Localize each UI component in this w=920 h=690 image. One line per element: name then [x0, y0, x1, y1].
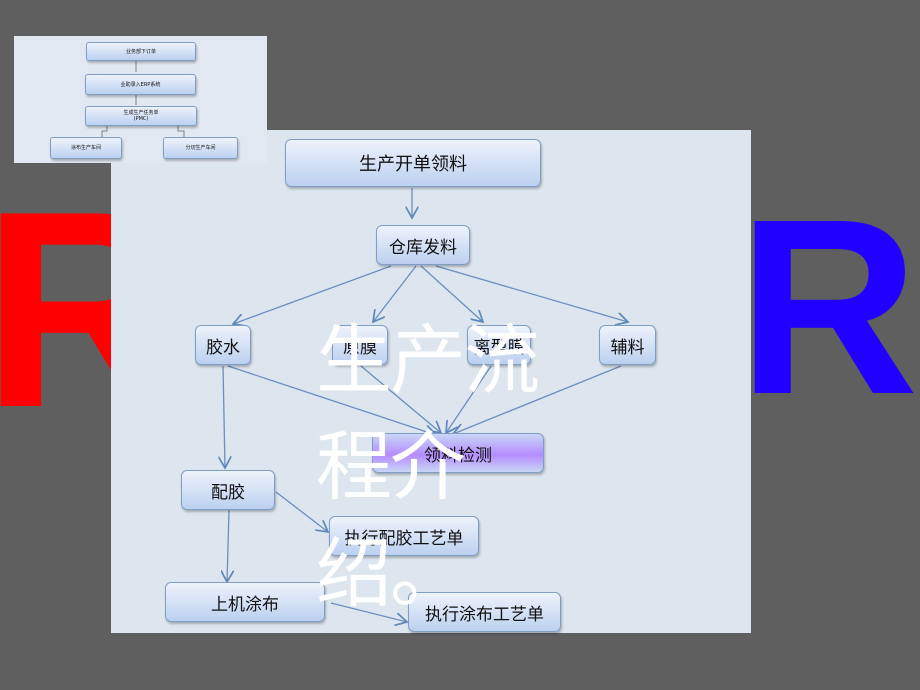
- mini-node-erp-entry: 业助录入ERP系统: [85, 74, 196, 95]
- mini-node-coating-workshop: 涂布生产车间: [50, 137, 122, 159]
- mini-node-task-order-sub: (PMC): [133, 116, 149, 122]
- mini-node-slitting-workshop: 分切生产车间: [163, 137, 238, 159]
- node-glue-mixing[interactable]: 配胶: [181, 470, 275, 510]
- mini-node-sales-order: 业务部下订单: [86, 42, 196, 61]
- mini-node-task-order: 生成生产任务单 (PMC): [85, 106, 197, 126]
- background-letter-right: R: [738, 167, 919, 446]
- node-warehouse-issue[interactable]: 仓库发料: [376, 225, 470, 265]
- mini-flowchart: 业务部下订单 业助录入ERP系统 生成生产任务单 (PMC) 涂布生产车间 分切生…: [14, 36, 267, 163]
- node-glue[interactable]: 胶水: [195, 325, 251, 365]
- node-auxiliary[interactable]: 辅料: [599, 325, 656, 365]
- node-production-order[interactable]: 生产开单领料: [285, 139, 541, 187]
- node-coating[interactable]: 上机涂布: [165, 582, 325, 622]
- slide-title: 生产流程介绍。: [316, 316, 540, 618]
